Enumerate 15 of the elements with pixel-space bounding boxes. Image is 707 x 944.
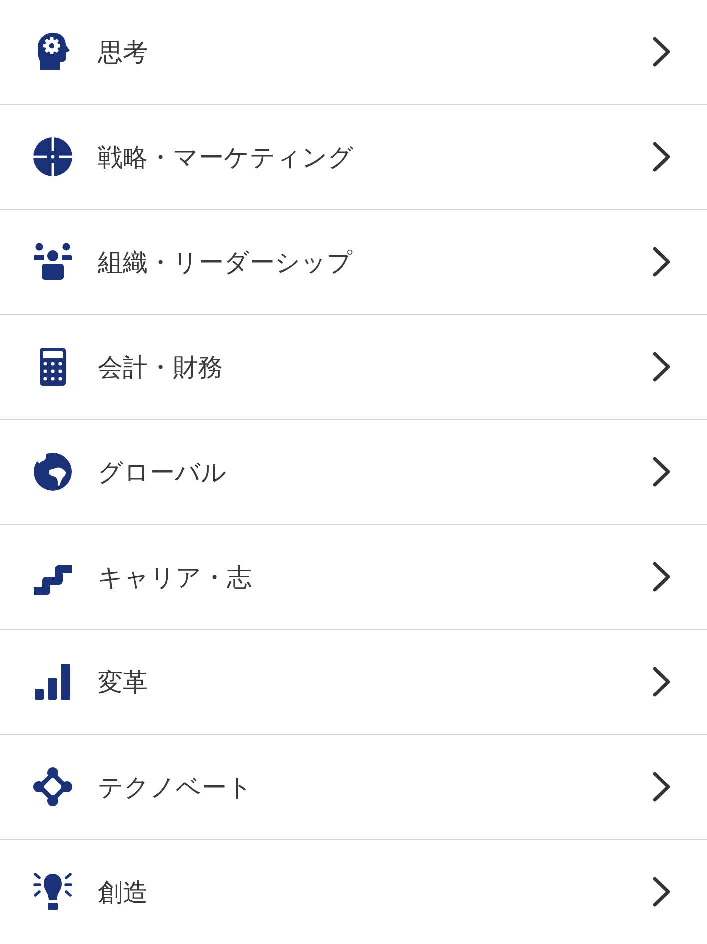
chevron-right-icon	[653, 562, 671, 592]
lightbulb-icon	[33, 872, 73, 912]
chevron-right-icon	[653, 772, 671, 802]
chevron-right-icon	[653, 247, 671, 277]
chevron-right-icon	[653, 667, 671, 697]
globe-icon	[33, 452, 73, 492]
crosshair-icon	[33, 137, 73, 177]
chevron-right-icon	[653, 142, 671, 172]
bar-chart-icon	[33, 662, 73, 702]
chevron-right-icon	[653, 457, 671, 487]
chevron-right-icon	[653, 877, 671, 907]
people-group-icon	[33, 242, 73, 282]
network-nodes-icon	[33, 767, 73, 807]
chevron-right-icon	[653, 37, 671, 67]
chevron-right-icon	[653, 352, 671, 382]
